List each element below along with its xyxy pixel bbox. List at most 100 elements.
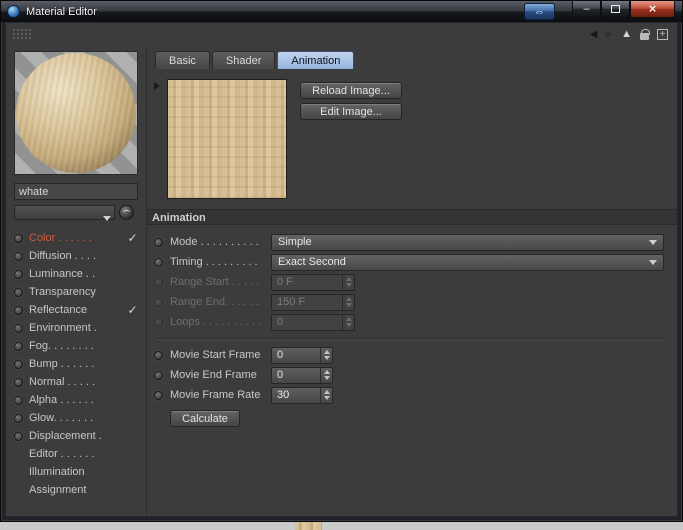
lock-icon[interactable] bbox=[640, 28, 650, 40]
channel-diffusion[interactable]: Diffusion . . . . bbox=[14, 247, 139, 265]
range-start-value: 0 F bbox=[277, 276, 293, 288]
movie-rate-value[interactable]: 30 bbox=[272, 388, 320, 403]
tab-shader[interactable]: Shader bbox=[211, 51, 276, 69]
texture-thumbnail[interactable] bbox=[167, 79, 287, 199]
range-end-label: Range End. . . . . . bbox=[170, 296, 259, 308]
loops-field: 0 bbox=[271, 313, 355, 331]
picker-icon[interactable] bbox=[119, 205, 134, 220]
channel-color-radio[interactable] bbox=[14, 233, 23, 243]
texture-section: Reload Image... Edit Image... bbox=[154, 79, 677, 199]
expand-arrow-icon[interactable] bbox=[154, 82, 164, 90]
page-assignment[interactable]: Assignment bbox=[14, 481, 139, 499]
loops-label: Loops . . . . . . . . . . bbox=[170, 316, 262, 328]
channel-fog-radio[interactable] bbox=[14, 341, 23, 351]
channel-bump-radio[interactable] bbox=[14, 359, 23, 369]
channel-transparency-radio[interactable] bbox=[14, 287, 23, 297]
range-end-field: 150 F bbox=[271, 293, 355, 311]
channel-displacement-radio[interactable] bbox=[14, 431, 23, 441]
movie-start-value[interactable]: 0 bbox=[272, 348, 320, 363]
maximize-button[interactable] bbox=[601, 1, 630, 18]
close-button[interactable]: × bbox=[630, 1, 675, 18]
stepper-icon[interactable] bbox=[320, 387, 332, 403]
reload-image-button[interactable]: Reload Image... bbox=[300, 82, 402, 99]
stepper-icon[interactable] bbox=[320, 347, 332, 363]
channel-environment[interactable]: Environment . bbox=[14, 319, 139, 337]
channel-glow-radio[interactable] bbox=[14, 413, 23, 423]
minimize-button[interactable]: – bbox=[572, 1, 601, 18]
movie-start-radio[interactable] bbox=[154, 350, 163, 360]
loops-row: Loops . . . . . . . . . . 0 bbox=[154, 312, 667, 332]
timing-radio[interactable] bbox=[154, 257, 163, 267]
stepper-icon bbox=[342, 274, 354, 290]
movie-end-field[interactable]: 0 bbox=[271, 366, 333, 384]
range-end-row: Range End. . . . . . 150 F bbox=[154, 292, 667, 312]
maximize-icon bbox=[611, 5, 620, 13]
page-editor[interactable]: Editor . . . . . . bbox=[14, 445, 139, 463]
tab-basic[interactable]: Basic bbox=[155, 51, 210, 69]
movie-start-field[interactable]: 0 bbox=[271, 346, 333, 364]
check-icon[interactable]: ✓ bbox=[126, 303, 139, 317]
mode-radio[interactable] bbox=[154, 237, 163, 247]
channel-reflectance[interactable]: Reflectance ✓ bbox=[14, 301, 139, 319]
channel-alpha[interactable]: Alpha . . . . . . bbox=[14, 391, 139, 409]
history-forward-icon[interactable]: ▶ bbox=[605, 29, 613, 40]
client-area: ◀ ▶ ▲ + whate Color . . . . . . ✓ Diffus… bbox=[5, 22, 678, 517]
tab-bar: Basic Shader Animation bbox=[147, 51, 677, 69]
movie-end-value[interactable]: 0 bbox=[272, 368, 320, 383]
tab-animation[interactable]: Animation bbox=[277, 51, 355, 69]
channel-diffusion-radio[interactable] bbox=[14, 251, 23, 261]
movie-rate-field[interactable]: 30 bbox=[271, 386, 333, 404]
app-icon bbox=[7, 5, 20, 18]
page-illumination[interactable]: Illumination bbox=[14, 463, 139, 481]
movie-rate-radio[interactable] bbox=[154, 390, 163, 400]
up-arrow-icon[interactable]: ▲ bbox=[621, 28, 632, 40]
channel-glow[interactable]: Glow. . . . . . . bbox=[14, 409, 139, 427]
channel-luminance[interactable]: Luminance . . bbox=[14, 265, 139, 283]
toolbar: ◀ ▶ ▲ + bbox=[6, 23, 677, 45]
mode-dropdown[interactable]: Simple bbox=[271, 233, 664, 251]
timing-label: Timing . . . . . . . . . bbox=[170, 256, 258, 268]
channel-label: Diffusion . . . . bbox=[29, 250, 97, 262]
check-icon[interactable]: ✓ bbox=[126, 231, 139, 245]
material-preview[interactable] bbox=[14, 51, 138, 175]
titlebar[interactable]: Material Editor ⇔ – × bbox=[1, 1, 682, 22]
main-panel: Basic Shader Animation Reload Image... E… bbox=[147, 45, 677, 516]
timing-dropdown[interactable]: Exact Second bbox=[271, 253, 664, 271]
edit-image-button[interactable]: Edit Image... bbox=[300, 103, 402, 120]
dock-toggle-button[interactable]: ⇔ bbox=[524, 3, 555, 20]
channel-bump[interactable]: Bump . . . . . . bbox=[14, 355, 139, 373]
stepper-icon[interactable] bbox=[320, 367, 332, 383]
material-name-input[interactable] bbox=[14, 183, 138, 200]
channel-reflectance-radio[interactable] bbox=[14, 305, 23, 315]
channel-environment-radio[interactable] bbox=[14, 323, 23, 333]
channel-luminance-radio[interactable] bbox=[14, 269, 23, 279]
chevron-down-icon bbox=[103, 216, 111, 225]
range-start-row: Range Start . . . . . 0 F bbox=[154, 272, 667, 292]
channel-fog[interactable]: Fog. . . . . . . . bbox=[14, 337, 139, 355]
timing-row: Timing . . . . . . . . . Exact Second bbox=[154, 252, 667, 272]
stepper-icon bbox=[342, 314, 354, 330]
material-editor-window: Material Editor ⇔ – × ◀ ▶ ▲ + whate Colo… bbox=[0, 0, 683, 522]
channel-normal[interactable]: Normal . . . . . bbox=[14, 373, 139, 391]
calculate-button[interactable]: Calculate bbox=[170, 410, 240, 427]
preview-type-select[interactable] bbox=[14, 205, 115, 221]
chevron-down-icon bbox=[649, 260, 657, 269]
channel-displacement[interactable]: Displacement . bbox=[14, 427, 139, 445]
movie-start-label: Movie Start Frame bbox=[170, 349, 261, 361]
movie-rate-row: Movie Frame Rate 30 bbox=[154, 385, 667, 405]
channel-alpha-radio[interactable] bbox=[14, 395, 23, 405]
history-back-icon[interactable]: ◀ bbox=[590, 29, 598, 40]
range-start-radio bbox=[154, 277, 163, 287]
channel-transparency[interactable]: Transparency bbox=[14, 283, 139, 301]
left-panel: Color . . . . . . ✓ Diffusion . . . . Lu… bbox=[6, 45, 147, 516]
channel-normal-radio[interactable] bbox=[14, 377, 23, 387]
movie-end-radio[interactable] bbox=[154, 370, 163, 380]
texture-fragment bbox=[295, 522, 322, 530]
window-title: Material Editor bbox=[26, 5, 97, 18]
mode-label: Mode . . . . . . . . . . bbox=[170, 236, 259, 248]
channel-color[interactable]: Color . . . . . . ✓ bbox=[14, 229, 139, 247]
new-window-icon[interactable]: + bbox=[657, 28, 668, 40]
animation-form: Mode . . . . . . . . . . Simple Timing .… bbox=[147, 225, 677, 427]
drag-grip[interactable] bbox=[12, 27, 32, 41]
channel-label: Normal . . . . . bbox=[29, 376, 96, 388]
